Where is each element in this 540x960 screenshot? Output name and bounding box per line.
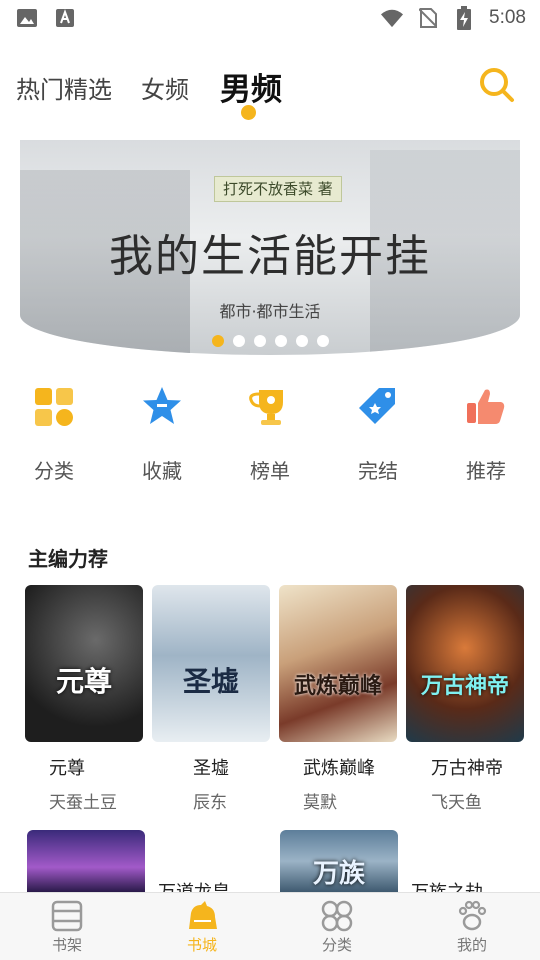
banner-dot[interactable] (275, 335, 287, 347)
book-title[interactable]: 圣墟 (193, 754, 229, 780)
status-bar: 5:08 (0, 0, 540, 36)
nav-label: 分类 (321, 936, 352, 954)
shortcut-label: 榜单 (250, 459, 290, 483)
book-card[interactable]: 万族 (280, 830, 398, 892)
trophy-icon (249, 390, 283, 425)
thumbs-up-icon (467, 389, 505, 424)
cover-title: 万族 (312, 859, 365, 889)
nav-mine[interactable]: 我的 (432, 899, 512, 955)
banner-dot[interactable] (233, 335, 245, 347)
status-time: 5:08 (489, 7, 526, 28)
nav-label: 书城 (186, 936, 217, 954)
bottom-navigation: 书架 书城 分类 我的 (0, 892, 540, 960)
font-icon (54, 7, 76, 29)
status-left (16, 7, 76, 29)
tab-popular[interactable]: 热门精选 (16, 70, 112, 105)
nav-label: 我的 (456, 936, 487, 954)
banner-pagination (212, 335, 329, 347)
shortcut-label: 推荐 (466, 459, 506, 483)
nav-bookshelf[interactable]: 书架 (27, 899, 107, 955)
paw-icon (458, 900, 487, 931)
search-icon (480, 68, 514, 102)
bookstore-icon (189, 901, 217, 929)
shortcut-rankings[interactable]: 榜单 (216, 380, 324, 484)
star-icon (143, 387, 181, 424)
shortcut-recommend[interactable]: 推荐 (432, 380, 540, 484)
book-author: 天蚕土豆 (49, 793, 117, 813)
shortcut-favorites[interactable]: 收藏 (108, 380, 216, 484)
nav-bookstore[interactable]: 书城 (162, 899, 242, 955)
tab-female[interactable]: 女频 (141, 70, 189, 105)
banner-carousel[interactable]: 打死不放香菜 著 我的生活能开挂 都市·都市生活 (20, 140, 520, 355)
book-cover: 万族 (280, 830, 398, 892)
shortcut-label: 完结 (358, 459, 398, 483)
banner-dot[interactable] (254, 335, 266, 347)
book-card[interactable]: 圣墟 (152, 585, 270, 742)
wifi-icon (381, 7, 404, 29)
banner-dot[interactable] (212, 335, 224, 347)
book-cover (27, 830, 145, 892)
book-title[interactable]: 万古神帝 (431, 754, 503, 780)
tag-icon (359, 388, 395, 424)
banner-dot[interactable] (317, 335, 329, 347)
search-button[interactable] (478, 66, 516, 104)
cover-title: 万古神帝 (420, 673, 509, 699)
bookshelf-icon (51, 900, 83, 932)
nav-label: 书架 (51, 936, 82, 954)
top-tabs: 热门精选 女频 男频 (0, 56, 540, 126)
active-tab-indicator (241, 105, 256, 120)
book-author: 飞天鱼 (431, 793, 482, 813)
book-author: 辰东 (193, 793, 227, 813)
book-cover: 圣墟 (152, 585, 270, 742)
book-card[interactable]: 武炼巅峰 (279, 585, 397, 742)
shortcut-label: 分类 (34, 459, 74, 483)
banner-genre: 都市·都市生活 (219, 302, 321, 321)
image-icon (16, 7, 38, 29)
category-icon (321, 900, 353, 932)
book-author: 莫默 (303, 793, 337, 813)
nav-category[interactable]: 分类 (297, 899, 377, 955)
banner-author-tag: 打死不放香菜 著 (214, 176, 342, 202)
status-right: 5:08 (381, 6, 526, 30)
no-sim-icon (417, 7, 439, 29)
book-card[interactable] (27, 830, 145, 892)
book-cover: 元尊 (25, 585, 143, 742)
banner-title: 我的生活能开挂 (109, 231, 431, 282)
book-title[interactable]: 元尊 (49, 754, 85, 780)
shortcut-category[interactable]: 分类 (0, 380, 108, 484)
cover-title: 圣墟 (182, 665, 239, 698)
book-cover: 万古神帝 (406, 585, 524, 742)
cover-title: 元尊 (55, 665, 112, 698)
banner-dot[interactable] (296, 335, 308, 347)
category-shortcuts: 分类 收藏 榜单 完结 推荐 (0, 380, 540, 490)
shortcut-completed[interactable]: 完结 (324, 380, 432, 484)
grid-icon (35, 388, 73, 426)
shortcut-label: 收藏 (142, 459, 182, 483)
section-title: 主编力荐 (28, 547, 108, 571)
book-cover: 武炼巅峰 (279, 585, 397, 742)
book-card[interactable]: 元尊 (25, 585, 143, 742)
cover-title: 武炼巅峰 (293, 673, 382, 699)
battery-charging-icon (453, 6, 475, 30)
book-card[interactable]: 万古神帝 (406, 585, 524, 742)
tab-male[interactable]: 男频 (220, 64, 282, 109)
book-title[interactable]: 武炼巅峰 (303, 754, 375, 780)
